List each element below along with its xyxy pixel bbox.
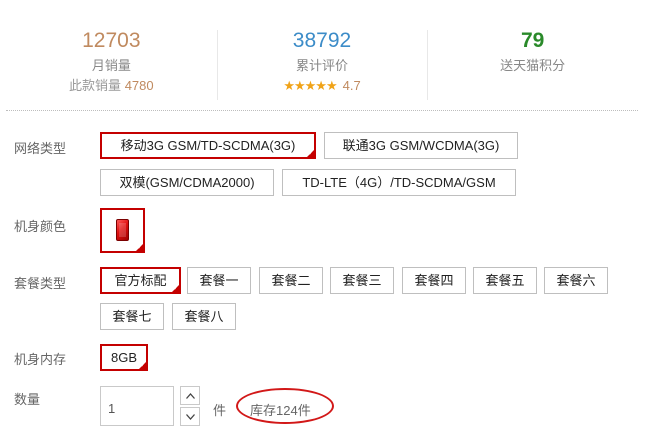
package-option-label: 套餐七 [112,309,152,324]
monthly-sales-label: 月销量 [91,58,131,73]
network-option-cmcc-3g[interactable]: 移动3G GSM/TD-SCDMA(3G) ✓ [100,132,316,159]
network-option-label: 移动3G GSM/TD-SCDMA(3G) [120,138,296,153]
network-option-label: TD-LTE（4G）/TD-SCDMA/GSM [302,175,496,190]
storage-option-8gb[interactable]: 8GB ✓ [100,344,148,371]
monthly-sales-stat: 12703 月销量 此款销量 4780 [6,12,217,108]
package-option-label: 套餐三 [342,273,382,288]
storage-label: 机身内存 [14,352,67,367]
points-value: 79 [521,29,545,52]
item-sales-label: 此款销量 [69,78,122,93]
points-stat: 79 送天猫积分 [427,12,638,108]
package-option-label: 套餐一 [199,273,239,288]
phone-thumbnail-icon [116,219,129,241]
package-option-7[interactable]: 套餐七 [100,303,164,330]
section-divider [6,110,638,111]
network-option-label: 双模(GSM/CDMA2000) [119,175,255,190]
color-option-red[interactable]: ✓ [100,208,145,253]
package-option-label: 套餐四 [414,273,454,288]
storage-option-label: 8GB [110,350,137,365]
checkmark-icon: ✓ [137,244,143,251]
network-option-cu-3g[interactable]: 联通3G GSM/WCDMA(3G) [324,132,518,159]
network-option-td-lte[interactable]: TD-LTE（4G）/TD-SCDMA/GSM [282,169,516,196]
package-option-label: 套餐五 [485,273,525,288]
chevron-down-icon [186,414,195,420]
package-option-3[interactable]: 套餐三 [330,267,394,294]
package-type-label: 套餐类型 [14,276,67,291]
network-type-label: 网络类型 [14,141,67,156]
rating-value: 4.7 [342,78,361,93]
package-option-label: 套餐二 [271,273,311,288]
rating-stars-icon: ★★★★★ [283,78,337,93]
points-label: 送天猫积分 [500,58,566,73]
reviews-stat[interactable]: 38792 累计评价 ★★★★★ 4.7 [216,12,428,108]
quantity-label: 数量 [14,392,41,407]
monthly-sales-value: 12703 [82,29,141,52]
item-sales: 此款销量 4780 [6,78,217,94]
package-option-official[interactable]: 官方标配 ✓ [100,267,181,294]
package-option-8[interactable]: 套餐八 [172,303,236,330]
sales-stats-bar: 12703 月销量 此款销量 4780 38792 累计评价 ★★★★★ 4.7 … [6,12,638,108]
chevron-up-icon [186,393,195,399]
package-option-5[interactable]: 套餐五 [473,267,537,294]
checkmark-icon: ✓ [140,362,146,369]
stock-highlight-ring [236,388,334,424]
network-option-label: 联通3G GSM/WCDMA(3G) [342,138,500,153]
package-option-label: 官方标配 [114,273,167,288]
body-color-label: 机身颜色 [14,219,67,234]
reviews-count[interactable]: 38792 [217,28,428,54]
package-option-label: 套餐八 [184,309,224,324]
rating-row: ★★★★★ 4.7 [217,78,428,94]
package-option-label: 套餐六 [556,273,596,288]
package-option-6[interactable]: 套餐六 [544,267,608,294]
item-sales-value: 4780 [124,78,154,93]
package-option-4[interactable]: 套餐四 [402,267,466,294]
quantity-input[interactable]: 1 [100,386,174,426]
checkmark-icon: ✓ [173,285,179,292]
quantity-decrease-button[interactable] [180,407,200,426]
reviews-label: 累计评价 [296,58,349,73]
network-option-dual-mode[interactable]: 双模(GSM/CDMA2000) [100,169,274,196]
checkmark-icon: ✓ [308,150,314,157]
package-option-1[interactable]: 套餐一 [187,267,251,294]
quantity-unit: 件 [213,403,227,418]
quantity-increase-button[interactable] [180,386,200,405]
package-option-2[interactable]: 套餐二 [259,267,323,294]
